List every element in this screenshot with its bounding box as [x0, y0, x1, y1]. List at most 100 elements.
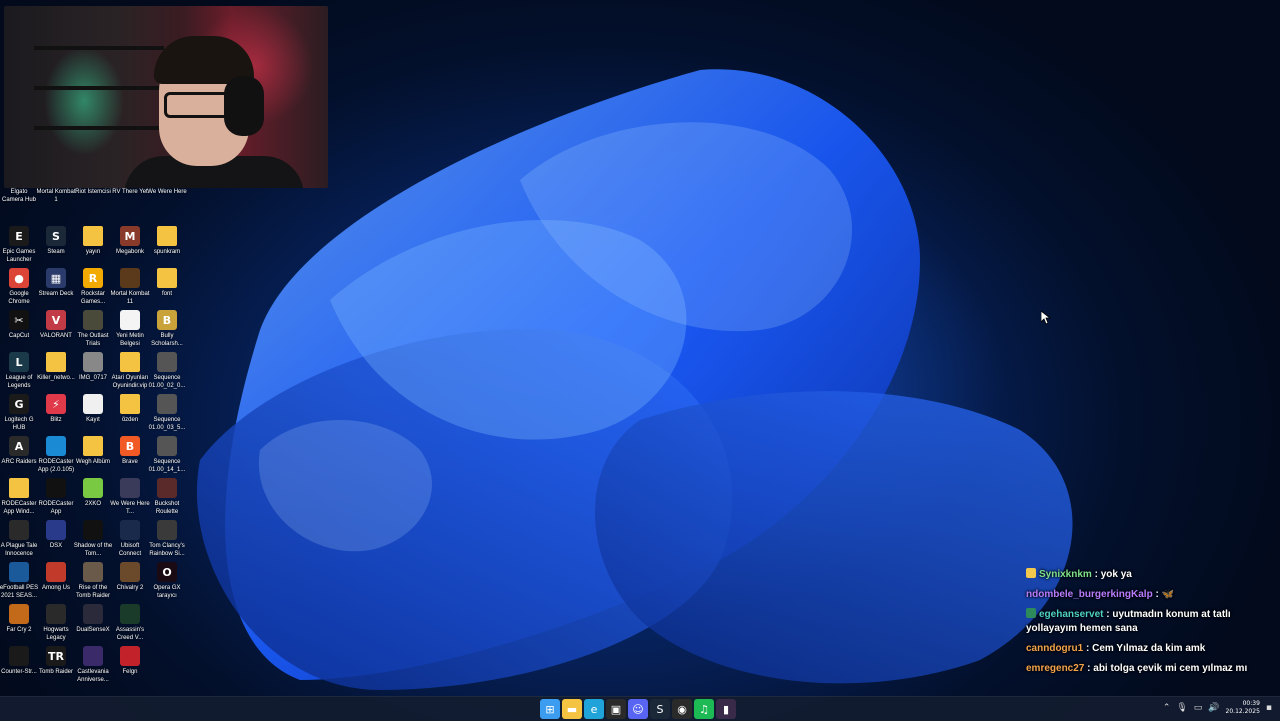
taskbar: ⊞ ▬ e ▣ ☺ S ◉ ♫ ▮ ⌃ 🎙 ▭ 🔊 00:39 20.12.2025 ▪ — [0, 696, 1280, 721]
desktop-icon[interactable]: eFootball PES 2021 SEAS... — [0, 562, 38, 600]
desktop-icon[interactable]: Mortal Kombat 1 — [36, 166, 75, 204]
desktop-icon[interactable]: Tom Clancy's Rainbow Si... — [148, 520, 186, 558]
desktop-icon[interactable]: Counter-Str... — [0, 646, 38, 676]
desktop-icon[interactable]: G Logitech G HUB — [0, 394, 38, 432]
game-icon — [83, 310, 103, 330]
desktop-icon[interactable]: ✂ CapCut — [0, 310, 38, 340]
desktop-icon[interactable]: We Were Here — [147, 166, 186, 196]
desktop-icon[interactable]: A ARC Raiders — [0, 436, 38, 466]
desktop-icon[interactable]: ● Google Chrome — [0, 268, 38, 306]
notification-icon[interactable]: ▪ — [1266, 703, 1272, 713]
image-file-icon — [83, 352, 103, 372]
desktop-icon[interactable]: font — [148, 268, 186, 298]
desktop-icon-label: Atari Oyunları Oyunindir.vip — [111, 375, 149, 389]
desktop-icon[interactable]: Kayıt — [74, 394, 112, 424]
desktop-icon[interactable]: spunkram — [148, 226, 186, 256]
webcam-overlay — [4, 6, 328, 188]
desktop-icon[interactable]: ▦ Stream Deck — [37, 268, 75, 298]
desktop-icon[interactable]: B Bully Scholarsh... — [148, 310, 186, 348]
desktop-icon[interactable]: 2XKO — [74, 478, 112, 508]
volume-icon[interactable]: 🔊 — [1208, 703, 1219, 713]
desktop-icon-label: Ubisoft Connect — [118, 543, 142, 557]
desktop-icon[interactable]: Castlevania Anniverse... — [74, 646, 112, 684]
desktop-icon[interactable]: Elgato Camera Hub — [0, 166, 38, 204]
desktop-icon-label: DSX — [49, 543, 63, 549]
chat-username: Synixknkm — [1039, 569, 1092, 580]
chat-text: Cem Yılmaz da kim amk — [1092, 643, 1206, 654]
desktop-icon[interactable]: L League of Legends — [0, 352, 38, 390]
microphone-icon[interactable]: 🎙 — [1176, 703, 1187, 713]
desktop-icon[interactable]: RV There Yet — [111, 166, 149, 196]
desktop-icon[interactable]: Mortal Kombat 11 — [110, 268, 150, 306]
desktop-icon[interactable]: Sequence 01.00_03_5... — [148, 394, 186, 432]
desktop-icon[interactable]: E Epic Games Launcher — [0, 226, 38, 264]
desktop-icon[interactable]: TR Tomb Raider — [37, 646, 75, 676]
desktop-icon[interactable]: R Rockstar Games... — [74, 268, 112, 306]
desktop-icon[interactable]: Riot İstemcisi — [74, 166, 112, 196]
clock[interactable]: 00:39 20.12.2025 — [1226, 700, 1260, 716]
rodecaster-icon — [46, 436, 66, 456]
desktop-icon[interactable]: O Opera GX tarayıcı — [148, 562, 186, 600]
desktop-icon[interactable]: Atari Oyunları Oyunindir.vip — [111, 352, 149, 390]
chevron-up-icon[interactable]: ⌃ — [1163, 703, 1171, 713]
desktop-icon[interactable]: Ubisoft Connect — [111, 520, 149, 558]
desktop-icon[interactable]: yayın — [74, 226, 112, 256]
desktop-icon[interactable]: Assassin's Creed V... — [111, 604, 149, 642]
desktop-icon-label: Kayıt — [86, 417, 100, 423]
desktop-icon-label: Google Chrome — [8, 291, 30, 305]
desktop-icon[interactable]: Killer_netwo... — [37, 352, 75, 382]
rockstar-icon: R — [83, 268, 103, 288]
desktop-icon[interactable]: Among Us — [37, 562, 75, 592]
game-icon: M — [120, 226, 140, 246]
store-icon[interactable]: ▣ — [606, 699, 626, 719]
desktop-icon[interactable]: Shadow of the Tom... — [74, 520, 112, 558]
desktop-icon[interactable]: DualSenseX — [74, 604, 112, 634]
desktop-icon[interactable]: Wegh Albüm — [74, 436, 112, 466]
desktop-icon[interactable]: The Outlast Trials — [74, 310, 112, 348]
discord-icon[interactable]: ☺ — [628, 699, 648, 719]
spotify-icon[interactable]: ♫ — [694, 699, 714, 719]
desktop-icon[interactable]: Yeni Metin Belgesi — [111, 310, 149, 348]
desktop-icon-label: We Were Here T... — [110, 501, 150, 515]
obs-icon[interactable]: ◉ — [672, 699, 692, 719]
desktop-icon[interactable]: Sequence 01.00_14_1... — [148, 436, 186, 474]
desktop-icon[interactable]: We Were Here T... — [110, 478, 150, 516]
desktop-icon-label: VALORANT — [40, 333, 72, 339]
ubisoft-icon — [120, 520, 140, 540]
desktop-icon[interactable]: RODECaster App Wind... — [0, 478, 38, 516]
desktop-icon[interactable]: RODECaster App — [37, 478, 75, 516]
desktop-icon[interactable]: ⚡ Blitz — [37, 394, 75, 424]
desktop-icon[interactable]: DSX — [37, 520, 75, 550]
desktop-icon-label: Shadow of the Tom... — [73, 543, 113, 557]
desktop-icon[interactable]: Sequence 01.00_02_0... — [148, 352, 186, 390]
desktop-icon[interactable]: S Steam — [37, 226, 75, 256]
desktop-icon[interactable]: M Megabonk — [111, 226, 149, 256]
desktop-icon-label: IMG_0717 — [78, 375, 108, 381]
desktop-icon[interactable]: Hogwarts Legacy — [37, 604, 75, 642]
desktop-icon[interactable]: RODECaster App (2.0.105) — [37, 436, 75, 474]
video-file-icon — [157, 394, 177, 414]
desktop-icon[interactable]: B Brave — [111, 436, 149, 466]
windows-start-icon[interactable]: ⊞ — [540, 699, 560, 719]
chat-message: canndogru1 : Cem Yılmaz da kim amk — [1026, 642, 1276, 656]
desktop-icon-label: Rockstar Games... — [80, 291, 106, 305]
folder-icon[interactable]: ▬ — [562, 699, 582, 719]
desktop-icon[interactable]: A Plague Tale Innocence — [0, 520, 38, 558]
desktop-icon[interactable]: Felgn — [111, 646, 149, 676]
desktop-icon[interactable]: Buckshot Roulette — [148, 478, 186, 516]
desktop-icon-label: Opera GX tarayıcı — [153, 585, 181, 599]
app-icon[interactable]: ▮ — [716, 699, 736, 719]
desktop-icon[interactable]: özden — [111, 394, 149, 424]
desktop-icon[interactable]: Rise of the Tomb Raider — [74, 562, 112, 600]
network-icon[interactable]: ▭ — [1194, 703, 1203, 713]
desktop-icon[interactable]: Far Cry 2 — [0, 604, 38, 634]
game-icon — [120, 478, 140, 498]
edge-icon[interactable]: e — [584, 699, 604, 719]
steam-icon[interactable]: S — [650, 699, 670, 719]
desktop-icon[interactable]: Chivalry 2 — [111, 562, 149, 592]
desktop-icon[interactable]: V VALORANT — [37, 310, 75, 340]
game-icon — [83, 478, 103, 498]
chat-separator: : — [1152, 589, 1162, 600]
desktop-icon[interactable]: IMG_0717 — [74, 352, 112, 382]
chat-badge-icon — [1026, 568, 1036, 578]
